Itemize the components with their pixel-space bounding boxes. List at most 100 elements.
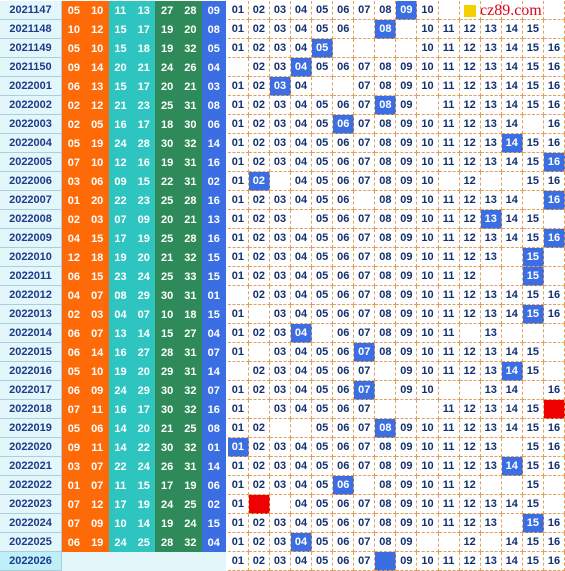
- digit-cell: 04: [291, 20, 313, 39]
- digit-cell: [522, 324, 544, 343]
- digit-cell: 12: [459, 20, 481, 39]
- issue-number[interactable]: 2022009: [0, 229, 62, 248]
- issue-number[interactable]: 2022022: [0, 476, 62, 495]
- issue-number[interactable]: 2022001: [0, 77, 62, 96]
- issue-number[interactable]: 2022010: [0, 248, 62, 267]
- digit-cell: 07: [354, 457, 376, 476]
- digit-cell: 03: [269, 533, 291, 552]
- digit-cell: 05: [312, 438, 334, 457]
- digit-cell: 04: [291, 77, 313, 96]
- digit-cell: 08: [375, 343, 397, 362]
- digit-cell: 15: [522, 210, 544, 229]
- issue-number[interactable]: 2022004: [0, 134, 62, 153]
- digit-cell: 09: [396, 419, 418, 438]
- digit-cell: 12: [459, 514, 481, 533]
- issue-number[interactable]: 2022026: [0, 552, 62, 571]
- digit-cell: 06: [333, 438, 355, 457]
- digit-cell: [543, 362, 565, 381]
- digit-cell: 13: [480, 77, 502, 96]
- digit-cell: 09: [396, 96, 418, 115]
- issue-number[interactable]: 2022017: [0, 381, 62, 400]
- digit-cell: 12: [459, 115, 481, 134]
- issue-number[interactable]: 2021149: [0, 39, 62, 58]
- issue-number[interactable]: 2022008: [0, 210, 62, 229]
- digit-cell: [396, 400, 418, 419]
- digit-cell: 15: [522, 39, 544, 58]
- issue-number[interactable]: 2022021: [0, 457, 62, 476]
- issue-number[interactable]: 2021147: [0, 1, 62, 20]
- issue-number[interactable]: 2022014: [0, 324, 62, 343]
- digit-cell: 04: [291, 1, 313, 20]
- front-ball: 31: [178, 457, 203, 476]
- front-ball: 15: [131, 172, 156, 191]
- digit-cell: 10: [417, 343, 439, 362]
- back-ball: 08: [201, 419, 226, 438]
- digit-cell: 01: [227, 552, 249, 571]
- digit-cell: [543, 495, 565, 514]
- front-ball: 07: [131, 305, 156, 324]
- digit-cell: 07: [354, 286, 376, 305]
- digit-cell: 10: [417, 438, 439, 457]
- digit-cell: 08: [375, 210, 397, 229]
- digit-cell: 01: [227, 419, 249, 438]
- digit-cell: 06: [333, 362, 355, 381]
- digit-cell: [522, 381, 544, 400]
- front-ball: 11: [108, 1, 133, 20]
- front-ball: 01: [62, 476, 86, 495]
- digit-cell: 04: [291, 305, 313, 324]
- issue-number[interactable]: 2022018: [0, 400, 62, 419]
- issue-number[interactable]: 2022016: [0, 362, 62, 381]
- digit-cell: [438, 1, 460, 20]
- digit-cell: 06: [333, 495, 355, 514]
- digit-cell: 02: [248, 191, 270, 210]
- digit-cell: [543, 210, 565, 229]
- front-ball: [178, 552, 203, 571]
- digit-cell: [417, 96, 439, 115]
- digit-cell: [291, 210, 313, 229]
- back-ball: 14: [201, 362, 226, 381]
- front-ball: 22: [155, 172, 179, 191]
- issue-number[interactable]: 2022003: [0, 115, 62, 134]
- digit-cell: 01: [227, 324, 249, 343]
- issue-number[interactable]: 2021150: [0, 58, 62, 77]
- digit-cell: 13: [480, 362, 502, 381]
- back-ball: 02: [201, 495, 226, 514]
- digit-cell: 10: [417, 514, 439, 533]
- issue-number[interactable]: 2022011: [0, 267, 62, 286]
- issue-number[interactable]: 2022019: [0, 419, 62, 438]
- issue-number[interactable]: 2022012: [0, 286, 62, 305]
- digit-cell: [417, 400, 439, 419]
- issue-number[interactable]: 2022002: [0, 96, 62, 115]
- issue-number[interactable]: 2022020: [0, 438, 62, 457]
- digit-cell: 04: [291, 191, 313, 210]
- issue-number[interactable]: 2022006: [0, 172, 62, 191]
- hit-cell: 14: [501, 362, 523, 381]
- issue-number[interactable]: 2022025: [0, 533, 62, 552]
- back-ball: 14: [201, 457, 226, 476]
- front-ball: 16: [108, 115, 133, 134]
- issue-number[interactable]: 2022007: [0, 191, 62, 210]
- front-ball: 08: [108, 286, 133, 305]
- issue-number[interactable]: 2022005: [0, 153, 62, 172]
- digit-cell: 11: [438, 324, 460, 343]
- issue-number[interactable]: 2022013: [0, 305, 62, 324]
- issue-number[interactable]: 2022023: [0, 495, 62, 514]
- digit-cell: 09: [396, 495, 418, 514]
- issue-number[interactable]: 2021148: [0, 20, 62, 39]
- issue-number[interactable]: 2022024: [0, 514, 62, 533]
- front-ball: 17: [131, 20, 156, 39]
- digit-cell: 02: [248, 533, 270, 552]
- front-ball: 07: [85, 286, 110, 305]
- digit-cell: 07: [354, 362, 376, 381]
- front-ball: 32: [178, 248, 203, 267]
- digit-cell: 13: [480, 438, 502, 457]
- issue-number[interactable]: 2022015: [0, 343, 62, 362]
- digit-cell: 02: [248, 286, 270, 305]
- digit-cell: 01: [227, 495, 249, 514]
- digit-cell: 06: [333, 248, 355, 267]
- front-ball: 24: [131, 457, 156, 476]
- digit-cell: 15: [522, 362, 544, 381]
- digit-cell: 06: [333, 324, 355, 343]
- digit-cell: [375, 39, 397, 58]
- digit-cell: 02: [248, 58, 270, 77]
